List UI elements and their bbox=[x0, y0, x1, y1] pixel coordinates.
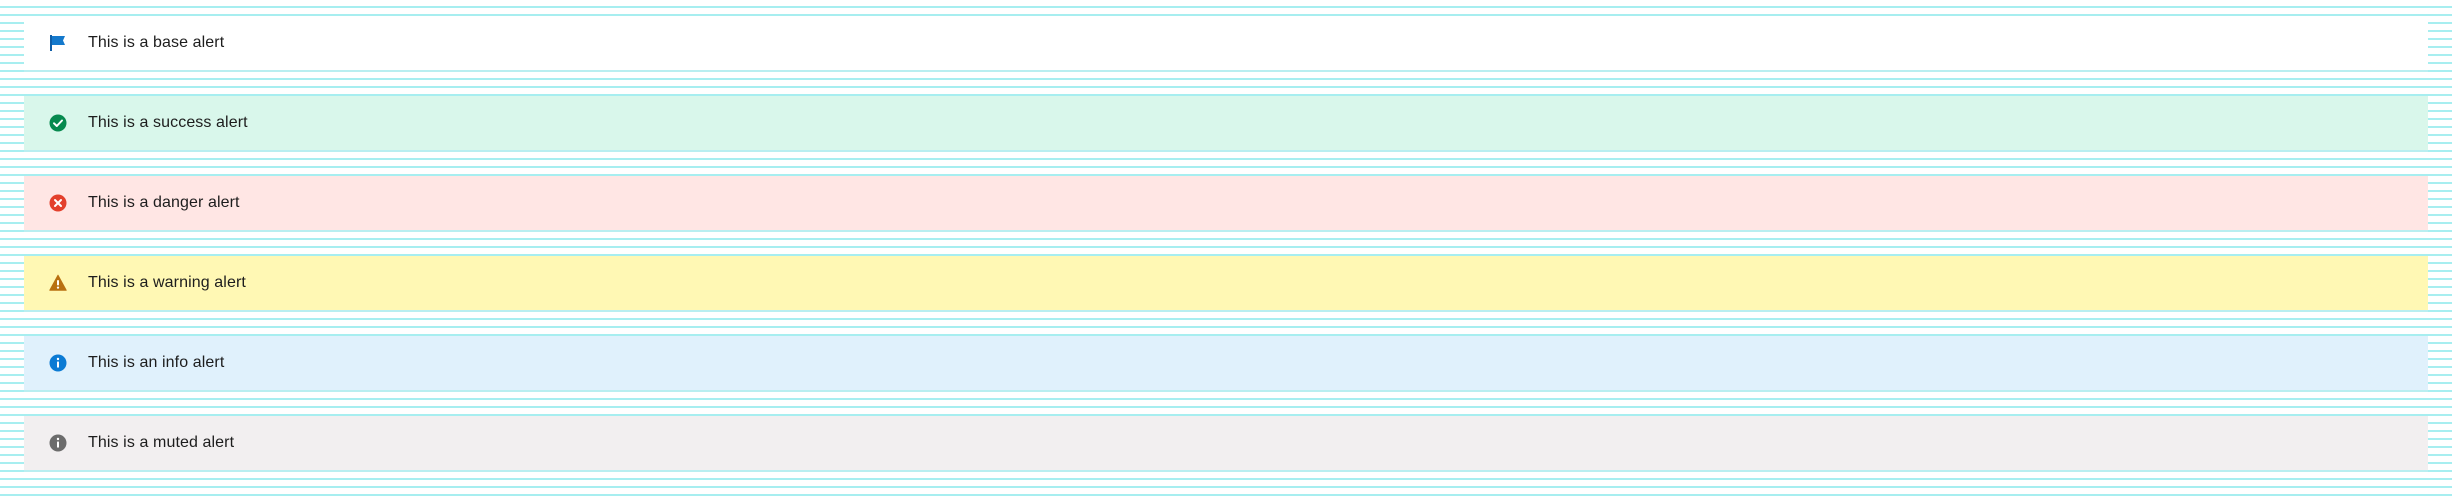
alert-danger: This is a danger alert bbox=[24, 176, 2428, 232]
check-circle-icon bbox=[48, 113, 68, 133]
info-circle-icon bbox=[48, 353, 68, 373]
alert-base-text: This is a base alert bbox=[88, 34, 225, 51]
info-circle-icon bbox=[48, 433, 68, 453]
alert-success-text: This is a success alert bbox=[88, 114, 248, 131]
alert-success: This is a success alert bbox=[24, 96, 2428, 152]
warning-triangle-icon bbox=[48, 273, 68, 293]
alert-warning: This is a warning alert bbox=[24, 256, 2428, 312]
error-circle-icon bbox=[48, 193, 68, 213]
alert-info: This is an info alert bbox=[24, 336, 2428, 392]
alert-muted-text: This is a muted alert bbox=[88, 434, 235, 451]
alert-info-text: This is an info alert bbox=[88, 354, 225, 371]
flag-icon bbox=[48, 33, 68, 53]
alert-warning-text: This is a warning alert bbox=[88, 274, 246, 291]
alert-danger-text: This is a danger alert bbox=[88, 194, 240, 211]
alert-base: This is a base alert bbox=[24, 16, 2428, 72]
alert-list: This is a base alert This is a success a… bbox=[24, 16, 2428, 496]
alert-muted: This is a muted alert bbox=[24, 416, 2428, 472]
